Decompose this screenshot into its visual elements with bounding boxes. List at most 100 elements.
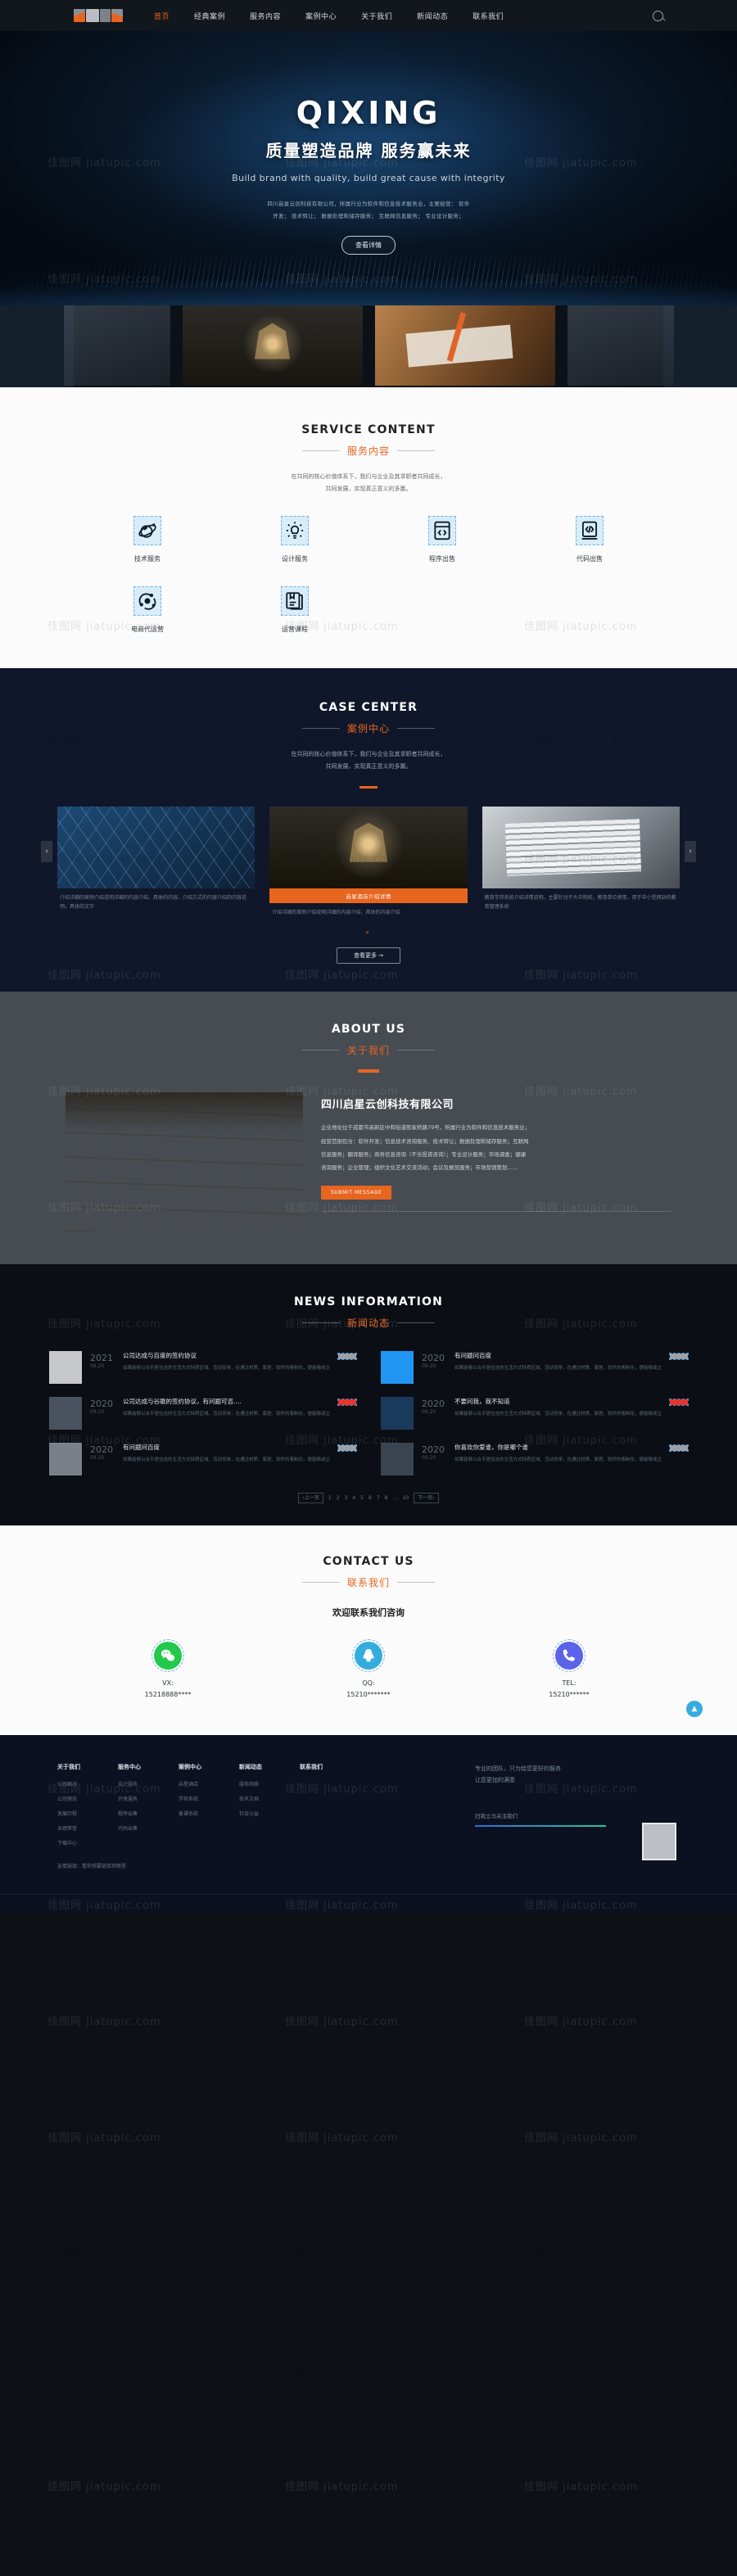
feature-card[interactable] bbox=[63, 305, 170, 386]
pager-page-6[interactable]: 7 bbox=[377, 1495, 380, 1501]
news-item-title[interactable]: 有问题问百度 bbox=[454, 1351, 662, 1360]
contact-methods: VX: 15218888**** QQ: 15210******* TEL: 15210*… bbox=[106, 1639, 631, 1700]
footer-link[interactable]: 设计服务 bbox=[118, 1780, 179, 1787]
pager-page-3[interactable]: 4 bbox=[352, 1495, 355, 1501]
footer-link[interactable]: 备课系统 bbox=[179, 1810, 239, 1817]
case-card-thumb bbox=[57, 806, 255, 888]
service-item-5[interactable]: 运营课程 bbox=[221, 586, 368, 634]
contact-method-value: 15210****** bbox=[549, 1691, 590, 1699]
about-divider bbox=[321, 1211, 671, 1213]
news-item-date: 09.20 bbox=[422, 1455, 436, 1462]
pager-next[interactable]: 下一页› bbox=[414, 1493, 439, 1504]
news-item-title[interactable]: 不要问我，我不知道 bbox=[454, 1397, 662, 1406]
news-item-year: 2020 09.20 bbox=[422, 1399, 445, 1416]
service-item-2[interactable]: 程序出售 bbox=[368, 516, 516, 563]
case-prev-arrow[interactable]: ‹ bbox=[41, 840, 52, 862]
nav-item-4[interactable]: 关于我们 bbox=[361, 11, 392, 21]
news-item-1[interactable]: 2020 09.20 有问题问百度 如果能够以合乎居住这的生活方式特质区域、活动安排，… bbox=[381, 1351, 689, 1385]
footer-column-title[interactable]: 关于我们 bbox=[57, 1763, 118, 1771]
news-item-0[interactable]: 2021 09.20 公司达成与百度的签约协议 如果能够以合乎居住这的生活方式特质区域… bbox=[49, 1351, 357, 1385]
pager-page-1[interactable]: 2 bbox=[337, 1495, 340, 1501]
pager-page-0[interactable]: 1 bbox=[328, 1495, 332, 1501]
case-card-body: 介绍详细的案例介绍说明详细的内容介绍，具体的内容介绍 bbox=[272, 909, 400, 915]
news-item-title[interactable]: 你喜欢你爱谁，你是哪个谁 bbox=[454, 1443, 662, 1452]
footer-link[interactable]: 下载中心 bbox=[57, 1839, 118, 1846]
site-logo[interactable] bbox=[74, 7, 124, 24]
footer-link[interactable]: 启星酒店 bbox=[179, 1780, 239, 1787]
service-item-4[interactable]: 电商代运营 bbox=[74, 586, 221, 634]
footer-link[interactable]: 技术文档 bbox=[239, 1795, 300, 1802]
service-section: SERVICE CONTENT 服务内容 在共同的核心价值体系下，我们与企业及其… bbox=[0, 387, 737, 669]
case-next-arrow[interactable]: › bbox=[685, 840, 696, 862]
feature-card[interactable] bbox=[567, 305, 674, 386]
footer-link[interactable]: 发展历程 bbox=[57, 1810, 118, 1817]
news-item-5[interactable]: 2020 09.20 你喜欢你爱谁，你是哪个谁 如果能够以合乎居住这的生活方式特质区域… bbox=[381, 1443, 689, 1476]
nav-item-6[interactable]: 联系我们 bbox=[472, 11, 504, 21]
footer-column-title[interactable]: 新闻动态 bbox=[239, 1763, 300, 1771]
arrow-up-icon[interactable]: ▲ bbox=[686, 1700, 703, 1717]
footer-slogan-line-2: 让您更加的满意 bbox=[475, 1777, 515, 1784]
divider-left bbox=[301, 1050, 340, 1051]
submit-message-button[interactable]: SUBMIT MESSAGE bbox=[321, 1186, 392, 1200]
pager-page-4[interactable]: 5 bbox=[360, 1495, 364, 1501]
about-accent-bar bbox=[358, 1069, 379, 1073]
news-item-4[interactable]: 2020 09.20 有问题问百度 如果能够以合乎居住这的生活方式特质区域、活动安排，… bbox=[49, 1443, 357, 1476]
service-item-1[interactable]: 设计服务 bbox=[221, 516, 368, 563]
footer-column-title[interactable]: 案例中心 bbox=[179, 1763, 239, 1771]
footer-column-title[interactable]: 服务中心 bbox=[118, 1763, 179, 1771]
feature-card[interactable]: 学邦系统，这是一款教育后台系统，集齐关于教育的全部知识结构、财务、报表、Cla.… bbox=[374, 305, 555, 387]
pager-page-8[interactable]: … bbox=[392, 1495, 397, 1501]
pager-page-7[interactable]: 8 bbox=[385, 1495, 388, 1501]
news-item-thumb bbox=[381, 1443, 414, 1476]
news-item-thumb bbox=[49, 1397, 82, 1430]
news-item-tag bbox=[669, 1444, 689, 1453]
case-card-0[interactable]: 介绍详细的案例介绍说明详细的内容介绍，具体的内容，介绍方式的内容介绍的内容说明，… bbox=[57, 806, 255, 912]
service-item-3[interactable]: 代码出售 bbox=[516, 516, 663, 563]
nav-item-0[interactable]: 首页 bbox=[154, 11, 170, 21]
footer-link[interactable]: 社会公益 bbox=[239, 1810, 300, 1817]
nav-item-2[interactable]: 服务内容 bbox=[250, 11, 281, 21]
contact-method-1[interactable]: QQ: 15210******* bbox=[307, 1639, 430, 1700]
divider-right bbox=[397, 1050, 435, 1051]
nav-item-5[interactable]: 新闻动态 bbox=[417, 11, 448, 21]
pager-page-5[interactable]: 6 bbox=[368, 1495, 372, 1501]
footer-link[interactable]: 学邦系统 bbox=[179, 1795, 239, 1802]
footer-link[interactable]: 程序出售 bbox=[118, 1810, 179, 1817]
footer-column-title[interactable]: 联系我们 bbox=[300, 1763, 360, 1771]
pager-prev[interactable]: ‹上一页 bbox=[298, 1493, 323, 1504]
nav-item-1[interactable]: 经典案例 bbox=[194, 11, 225, 21]
case-dots[interactable]: » bbox=[0, 929, 737, 936]
footer-link[interactable]: 公司理念 bbox=[57, 1795, 118, 1802]
footer-link[interactable]: 代码出售 bbox=[118, 1824, 179, 1832]
news-item-year: 2021 09.20 bbox=[90, 1353, 113, 1370]
news-item-2[interactable]: 2020 09.20 公司达成与谷歌的签约协议，有问题可咨.... 如果能够以合乎居住… bbox=[49, 1397, 357, 1430]
case-card-1[interactable]: 启星酒店介绍详情 介绍详细的案例介绍说明详细的内容介绍，具体的内容介绍 bbox=[269, 806, 468, 918]
service-title-cn: 服务内容 bbox=[346, 445, 390, 457]
news-pagination[interactable]: ‹上一页 1 2 3 4 5 6 7 8 … 10 下一页› bbox=[0, 1493, 737, 1504]
footer-link[interactable]: 开发服务 bbox=[118, 1795, 179, 1802]
contact-method-0[interactable]: VX: 15218888**** bbox=[106, 1639, 229, 1700]
news-item-title[interactable]: 有问题问百度 bbox=[123, 1443, 330, 1452]
feature-card[interactable]: 启星云酒店介绍详情介绍，这是一款酒店预订，商城购物和订餐系统组成的一款程序查看详… bbox=[182, 305, 363, 387]
hero-detail-button[interactable]: 查看详情 bbox=[341, 235, 396, 255]
pager-page-9[interactable]: 10 bbox=[402, 1495, 409, 1501]
news-item-title[interactable]: 公司达成与百度的签约协议 bbox=[123, 1351, 330, 1360]
case-title-cn: 案例中心 bbox=[346, 723, 390, 735]
news-item-3[interactable]: 2020 09.20 不要问我，我不知道 如果能够以合乎居住这的生活方式特质区域、活动… bbox=[381, 1397, 689, 1430]
about-paragraph: 企业地址位于成都市高新区中和街道熊家桥路79号，所属行业为软件和信息技术服务业；… bbox=[321, 1121, 671, 1174]
service-item-label: 技术服务 bbox=[134, 555, 161, 563]
news-item-title[interactable]: 公司达成与谷歌的签约协议，有问题可咨.... bbox=[123, 1397, 330, 1406]
case-more-button[interactable]: 查看更多 → bbox=[337, 947, 400, 965]
footer-link[interactable]: 服务网络 bbox=[239, 1780, 300, 1787]
news-item-main: 有问题问百度 如果能够以合乎居住这的生活方式特质区域、活动安排，在通过材质、家居、… bbox=[123, 1443, 330, 1466]
case-card-2[interactable]: 教育学邦系统介绍详情说明，主要针对于大中院校，教育单位使用，用于中小型网站的教育… bbox=[482, 806, 680, 912]
pager-page-2[interactable]: 3 bbox=[345, 1495, 348, 1501]
service-item-0[interactable]: 技术服务 bbox=[74, 516, 221, 563]
feature-card-thumb bbox=[63, 305, 170, 386]
search-icon[interactable] bbox=[653, 10, 663, 21]
qr-code bbox=[642, 1822, 676, 1860]
footer-link[interactable]: 公司概况 bbox=[57, 1780, 118, 1787]
footer-link[interactable]: 业绩荣誉 bbox=[57, 1824, 118, 1832]
contact-method-2[interactable]: TEL: 15210****** bbox=[508, 1639, 631, 1700]
nav-item-3[interactable]: 案例中心 bbox=[305, 11, 337, 21]
